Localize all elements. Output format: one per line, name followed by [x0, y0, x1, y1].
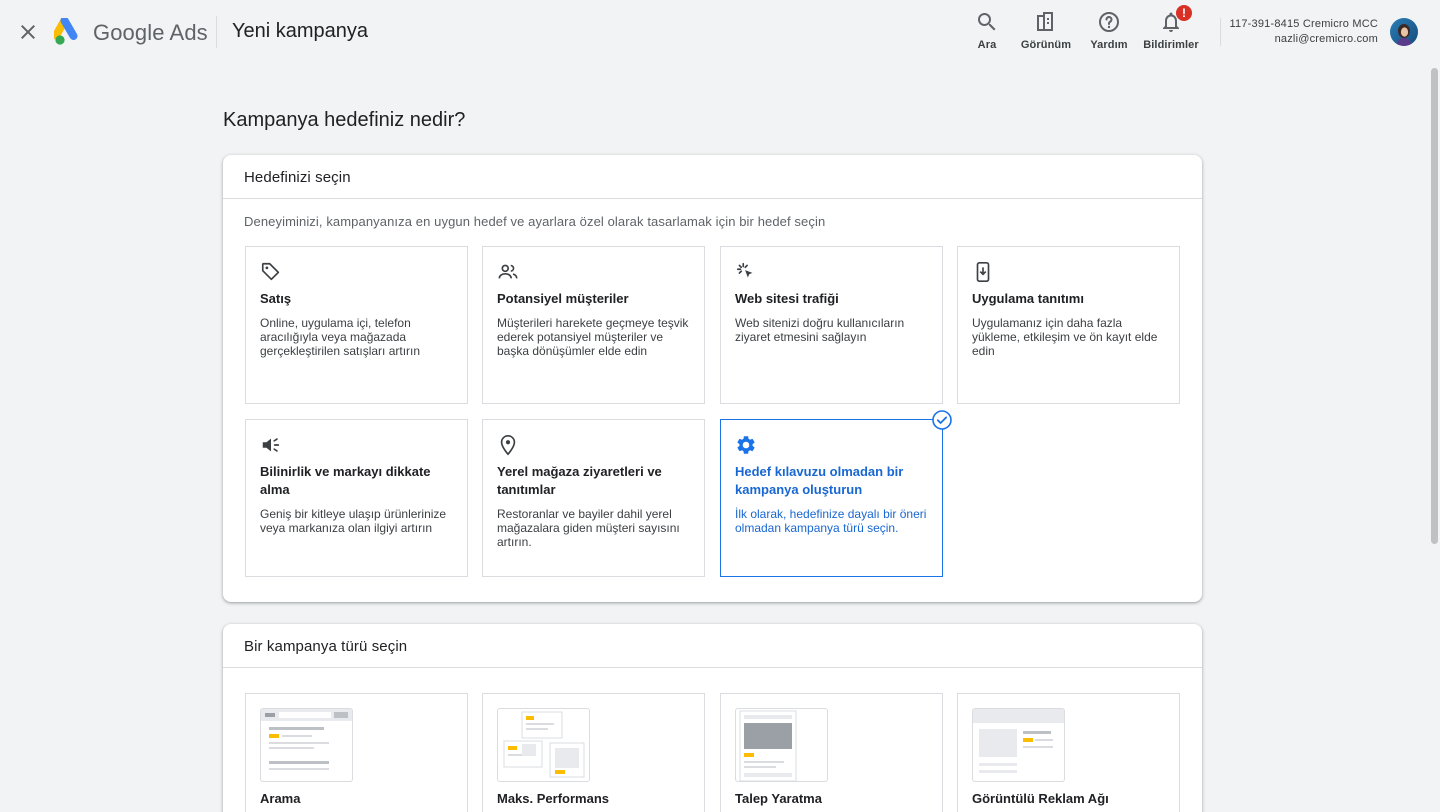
goal-tile-local-store[interactable]: Yerel mağaza ziyaretleri ve tanıtımlar R…: [482, 419, 705, 577]
goal-desc: Uygulamanız için daha fazla yükleme, etk…: [972, 316, 1158, 358]
page-scrollbar[interactable]: [1428, 64, 1440, 812]
scrollbar-thumb[interactable]: [1431, 68, 1438, 544]
goal-desc: İlk olarak, hedefinize dayalı bir öneri …: [735, 507, 927, 535]
close-icon[interactable]: [16, 20, 40, 44]
people-icon: [498, 264, 518, 279]
performance-max-illustration-icon: [497, 708, 590, 782]
goal-title: Uygulama tanıtımı: [972, 291, 1084, 306]
phone-download-icon: [976, 262, 990, 282]
goal-title: Web sitesi trafiği: [735, 291, 839, 306]
account-email: nazli@cremicro.com: [1274, 33, 1378, 45]
search-label: Ara: [977, 39, 997, 51]
goal-title: Hedef kılavuzu olmadan bir kampanya oluş…: [735, 464, 904, 497]
type-tile-performance-max[interactable]: Maks. Performans: [482, 693, 705, 812]
google-ads-logo-icon: [54, 18, 78, 45]
goal-tile-awareness[interactable]: Bilinirlik ve markayı dikkate alma Geniş…: [245, 419, 468, 577]
goal-tile-no-guidance[interactable]: Hedef kılavuzu olmadan bir kampanya oluş…: [720, 410, 952, 577]
page-title: Kampanya hedefiniz nedir?: [223, 109, 466, 131]
goal-tile-leads[interactable]: Potansiyel müşteriler Müşterileri hareke…: [482, 246, 705, 404]
notification-badge: !: [1175, 4, 1193, 22]
campaign-type-card: Bir kampanya türü seçin Arama Maks. Perf…: [223, 624, 1202, 812]
appearance-label: Görünüm: [1020, 39, 1072, 51]
location-pin-icon: [500, 435, 516, 456]
type-tile-search[interactable]: Arama: [245, 693, 468, 812]
type-card-heading: Bir kampanya türü seçin: [223, 624, 1202, 668]
help-icon: [1099, 12, 1119, 32]
type-title: Görüntülü Reklam Ağı: [972, 791, 1109, 806]
search-button[interactable]: Ara: [970, 8, 1004, 56]
top-header: Google Ads Yeni kampanya Ara Görünüm Yar…: [0, 0, 1440, 64]
cursor-click-icon: [736, 262, 753, 278]
search-icon: [978, 13, 996, 31]
notifications-label: Bildirimler: [1143, 39, 1199, 51]
demand-gen-illustration-icon: [735, 708, 828, 782]
help-button[interactable]: Yardım: [1088, 8, 1130, 56]
goal-card-subtitle: Deneyiminizi, kampanyanıza en uygun hede…: [244, 214, 826, 229]
appearance-icon: [1037, 12, 1053, 31]
type-tile-demand-gen[interactable]: Talep Yaratma: [720, 693, 943, 812]
goal-desc: Web sitenizi doğru kullanıcıların ziyare…: [735, 316, 905, 344]
type-tile-display[interactable]: Görüntülü Reklam Ağı: [957, 693, 1180, 812]
megaphone-icon: [262, 438, 280, 452]
goal-card-heading-text: Hedefinizi seçin: [244, 169, 351, 186]
avatar-image-icon: [1390, 18, 1418, 46]
help-label: Yardım: [1090, 39, 1128, 51]
goal-tile-app-promotion[interactable]: Uygulama tanıtımı Uygulamanız için daha …: [957, 246, 1180, 404]
goal-desc: Restoranlar ve bayiler dahil yerel mağaz…: [497, 507, 680, 549]
type-card-heading-text: Bir kampanya türü seçin: [244, 638, 408, 655]
goal-title: Potansiyel müşteriler: [497, 291, 629, 306]
gear-icon: [737, 436, 755, 454]
goal-tile-sales[interactable]: Satış Online, uygulama içi, telefon arac…: [245, 246, 468, 404]
goal-title: Yerel mağaza ziyaretleri ve tanıtımlar: [497, 464, 662, 497]
goal-card-heading: Hedefinizi seçin: [223, 155, 1202, 199]
check-circle-icon: [932, 410, 952, 430]
goal-desc: Online, uygulama içi, telefon aracılığıy…: [260, 316, 421, 358]
type-title: Maks. Performans: [497, 791, 609, 806]
brand-name: Google Ads: [93, 20, 208, 45]
goal-card: Hedefinizi seçin Deneyiminizi, kampanyan…: [223, 155, 1202, 602]
goal-desc: Müşterileri harekete geçmeye teşvik eder…: [497, 316, 689, 358]
avatar[interactable]: [1390, 18, 1418, 46]
goal-desc: Geniş bir kitleye ulaşıp ürünlerinize ve…: [260, 507, 447, 535]
account-info[interactable]: 117-391-8415 Cremicro MCC nazli@cremicro…: [1230, 17, 1378, 47]
type-title: Talep Yaratma: [735, 791, 822, 806]
search-campaign-illustration-icon: [260, 708, 353, 782]
account-id: 117-391-8415 Cremicro MCC: [1229, 18, 1378, 30]
notifications-button[interactable]: ! Bildirimler: [1142, 4, 1200, 56]
header-divider-right: [1220, 18, 1221, 46]
display-network-illustration-icon: [972, 708, 1065, 782]
type-title: Arama: [260, 791, 301, 806]
page-name: Yeni kampanya: [232, 20, 369, 42]
notifications-icon-wrap: !: [1159, 4, 1193, 34]
appearance-button[interactable]: Görünüm: [1020, 8, 1072, 56]
header-divider: [216, 16, 217, 48]
goal-title: Bilinirlik ve markayı dikkate alma: [260, 464, 431, 497]
tag-icon: [261, 262, 280, 281]
goal-title: Satış: [260, 291, 292, 306]
goal-tile-website-traffic[interactable]: Web sitesi trafiği Web sitenizi doğru ku…: [720, 246, 943, 404]
